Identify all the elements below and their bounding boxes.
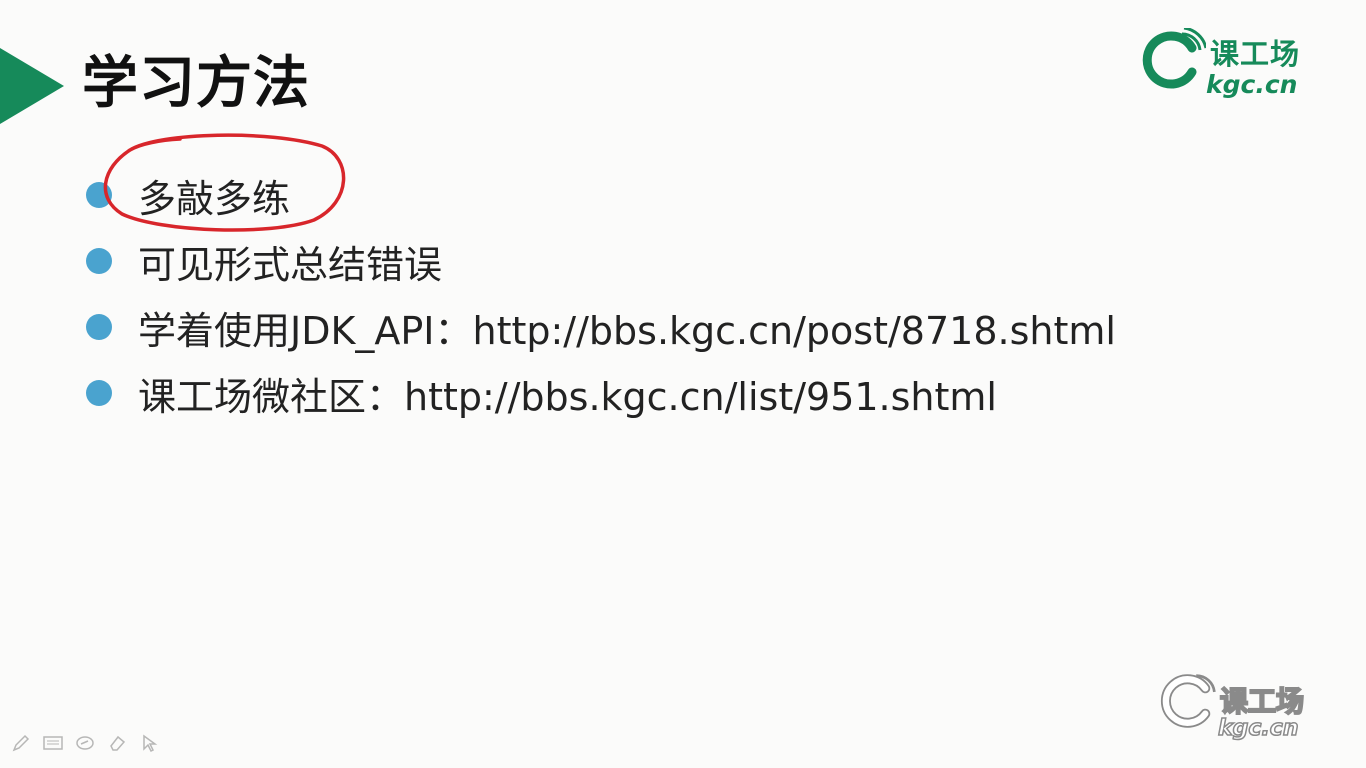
bullet-dot-icon xyxy=(86,380,112,406)
logo-name: 课工场 xyxy=(1210,37,1301,71)
bullet-dot-icon xyxy=(86,182,112,208)
bullet-dot-icon xyxy=(86,248,112,274)
list-item: 多敲多练 xyxy=(86,162,1116,228)
bullet-text: 学着使用JDK_API：http://bbs.kgc.cn/post/8718.… xyxy=(138,308,1116,353)
bullet-text: 多敲多练 xyxy=(138,176,291,221)
slides-icon[interactable] xyxy=(42,732,64,754)
list-item: 学着使用JDK_API：http://bbs.kgc.cn/post/8718.… xyxy=(86,294,1116,360)
list-item: 可见形式总结错误 xyxy=(86,228,1116,294)
presentation-toolbar xyxy=(10,732,160,754)
bullet-text: 课工场微社区：http://bbs.kgc.cn/list/951.shtml xyxy=(138,374,997,419)
pen-icon[interactable] xyxy=(10,732,32,754)
bullet-dot-icon xyxy=(86,314,112,340)
watermark-domain: kgc.cn xyxy=(1217,716,1299,741)
ink-icon[interactable] xyxy=(74,732,96,754)
title-arrow-icon xyxy=(0,48,64,124)
list-item: 课工场微社区：http://bbs.kgc.cn/list/951.shtml xyxy=(86,360,1116,426)
kgc-logo-icon xyxy=(1142,28,1206,89)
bullet-list: 多敲多练 可见形式总结错误 学着使用JDK_API：http://bbs.kgc… xyxy=(86,162,1116,426)
bullet-text: 可见形式总结错误 xyxy=(138,242,443,287)
pointer-icon[interactable] xyxy=(138,732,160,754)
presentation-slide: 学习方法 课工场 kgc.cn 多敲多练 可见形式总结错误 学着使用JDK_AP… xyxy=(0,0,1366,768)
eraser-icon[interactable] xyxy=(106,732,128,754)
slide-title: 学习方法 xyxy=(82,51,310,116)
watermark-name: 课工场 xyxy=(1219,685,1305,718)
kgc-logo: 课工场 kgc.cn xyxy=(1142,14,1332,106)
logo-domain: kgc.cn xyxy=(1206,70,1298,99)
kgc-watermark-icon xyxy=(1160,674,1216,728)
kgc-watermark: 课工场 kgc.cn xyxy=(1160,664,1330,744)
